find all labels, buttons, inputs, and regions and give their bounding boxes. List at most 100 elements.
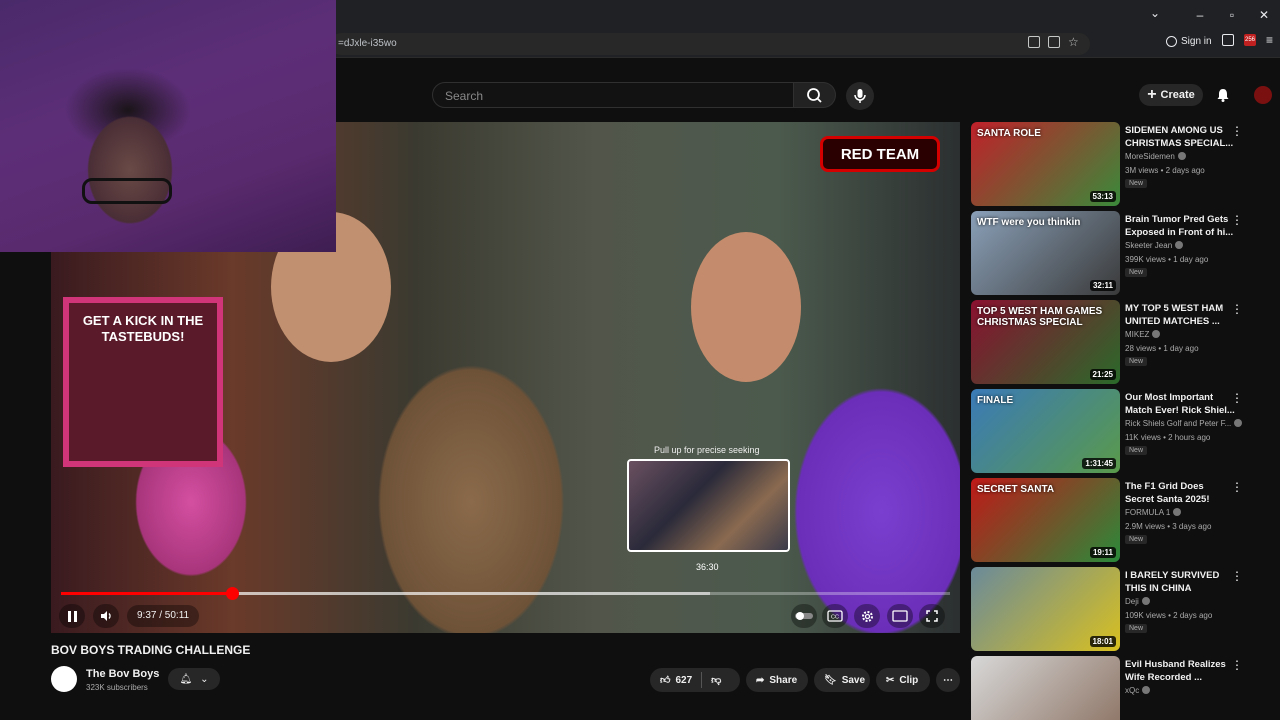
save-button[interactable]: 🔖︎ Save xyxy=(814,668,870,692)
new-badge: New xyxy=(1125,357,1148,366)
duration-badge: 21:25 xyxy=(1089,369,1116,380)
recommendation-title[interactable]: The F1 Grid Does Secret Santa 2025! xyxy=(1125,480,1235,506)
recommendation-item[interactable]: 18:01 I BARELY SURVIVED THIS IN CHINA Deji… xyxy=(971,567,1271,653)
recommendation-title[interactable]: I BARELY SURVIVED THIS IN CHINA xyxy=(1125,569,1235,595)
recommendation-title[interactable]: Our Most Important Match Ever! Rick Shie… xyxy=(1125,391,1235,417)
account-avatar[interactable] xyxy=(1254,86,1272,104)
more-vertical-icon[interactable]: ⋮ xyxy=(1231,480,1243,494)
more-vertical-icon[interactable]: ⋮ xyxy=(1231,213,1243,227)
install-app-icon[interactable] xyxy=(1048,36,1060,48)
video-thumbnail[interactable] xyxy=(971,656,1120,720)
clip-button[interactable]: ✂ Clip xyxy=(876,668,930,692)
captions-button[interactable]: CC xyxy=(822,604,848,628)
thumbs-up-icon[interactable]: 👍︎ xyxy=(660,674,670,686)
recommendation-item[interactable]: SANTA ROLE 53:13 SIDEMEN AMONG US CHRISTMA… xyxy=(971,122,1271,208)
verified-icon xyxy=(1177,152,1186,160)
thumbnail-text: SECRET SANTA xyxy=(977,484,1055,495)
autoplay-toggle-icon xyxy=(795,612,813,620)
recommendation-channel[interactable]: Deji xyxy=(1125,597,1150,606)
address-bar[interactable]: =dJxle-i35wo ☆ xyxy=(330,33,1090,55)
search-input[interactable]: Search xyxy=(432,82,794,108)
more-actions-button[interactable]: ⋯ xyxy=(936,668,960,692)
new-badge: New xyxy=(1125,624,1148,633)
channel-label: Rick Shiels Golf and Peter F... xyxy=(1125,419,1232,428)
recommendation-meta: 28 views • 1 day ago xyxy=(1125,344,1199,353)
browser-menu-icon[interactable]: ≡ xyxy=(1266,34,1278,46)
browser-signin-button[interactable]: Sign in xyxy=(1166,36,1212,47)
seek-preview-thumbnail xyxy=(627,459,790,552)
recommendation-item[interactable]: TOP 5 WEST HAM GAMES CHRISTMAS SPECIAL 21… xyxy=(971,300,1271,386)
duration-badge: 18:01 xyxy=(1089,636,1116,647)
more-vertical-icon[interactable]: ⋮ xyxy=(1231,302,1243,316)
thumbs-down-icon[interactable]: 👎︎ xyxy=(711,674,721,686)
recommendation-meta: 2.9M views • 3 days ago xyxy=(1125,522,1212,531)
recommendation-item[interactable]: WTF were you thinkin 32:11 Brain Tumor Pre… xyxy=(971,211,1271,297)
recommendation-title[interactable]: Brain Tumor Pred Gets Exposed in Front o… xyxy=(1125,213,1235,239)
video-thumbnail[interactable]: FINALE 1:31:45 xyxy=(971,389,1120,473)
theater-mode-button[interactable] xyxy=(887,604,913,628)
video-thumbnail[interactable]: WTF were you thinkin 32:11 xyxy=(971,211,1120,295)
more-vertical-icon[interactable]: ⋮ xyxy=(1231,124,1243,138)
subscription-notifications-button[interactable]: 🔔︎ ⌄ xyxy=(168,668,220,690)
channel-label: MoreSidemen xyxy=(1125,152,1175,161)
video-thumbnail[interactable]: TOP 5 WEST HAM GAMES CHRISTMAS SPECIAL 21… xyxy=(971,300,1120,384)
thumbnail-text: WTF were you thinkin xyxy=(977,217,1081,228)
search-button[interactable] xyxy=(794,82,836,108)
channel-avatar[interactable] xyxy=(51,666,77,692)
video-thumbnail[interactable]: SECRET SANTA 19:11 xyxy=(971,478,1120,562)
extensions-icon[interactable] xyxy=(1222,34,1234,46)
duration-badge: 32:11 xyxy=(1089,280,1116,291)
recommendation-item[interactable]: Evil Husband Realizes Wife Recorded ... x… xyxy=(971,656,1271,720)
recommendation-channel[interactable]: Rick Shiels Golf and Peter F... xyxy=(1125,419,1243,428)
url-text: =dJxle-i35wo xyxy=(338,38,397,49)
recommendation-title[interactable]: Evil Husband Realizes Wife Recorded ... xyxy=(1125,658,1235,684)
share-button[interactable]: ➦ Share xyxy=(746,668,808,692)
recommendation-channel[interactable]: FORMULA 1 xyxy=(1125,508,1182,517)
progress-bar[interactable] xyxy=(61,587,950,600)
duration-badge: 19:11 xyxy=(1089,547,1116,558)
recommendation-channel[interactable]: MoreSidemen xyxy=(1125,152,1186,161)
recommendation-meta: 109K views • 2 days ago xyxy=(1125,611,1213,620)
progress-played xyxy=(61,592,232,595)
maximize-icon[interactable]: ▫ xyxy=(1216,8,1248,22)
notifications-bell-icon[interactable] xyxy=(1215,87,1231,103)
more-vertical-icon[interactable]: ⋮ xyxy=(1231,569,1243,583)
person-in-purple xyxy=(691,232,801,382)
video-thumbnail[interactable]: SANTA ROLE 53:13 xyxy=(971,122,1120,206)
more-vertical-icon[interactable]: ⋮ xyxy=(1231,658,1243,672)
progress-scrubber-handle[interactable] xyxy=(225,587,239,600)
video-thumbnail[interactable]: 18:01 xyxy=(971,567,1120,651)
recommendation-channel[interactable]: MIKEZ xyxy=(1125,330,1161,339)
settings-button[interactable] xyxy=(854,604,880,628)
svg-text:CC: CC xyxy=(831,615,839,621)
recommendation-title[interactable]: MY TOP 5 WEST HAM UNITED MATCHES ... xyxy=(1125,302,1235,328)
channel-name[interactable]: The Bov Boys xyxy=(86,668,159,680)
voice-search-button[interactable] xyxy=(846,82,874,110)
extension-badge-icon[interactable]: 256 xyxy=(1244,34,1256,46)
recommendation-item[interactable]: SECRET SANTA 19:11 The F1 Grid Does Secret… xyxy=(971,478,1271,564)
recommendation-channel[interactable]: xQc xyxy=(1125,686,1151,695)
recommendation-channel[interactable]: Skeeter Jean xyxy=(1125,241,1184,250)
cast-icon[interactable] xyxy=(1028,36,1040,48)
pause-button[interactable] xyxy=(59,604,85,628)
new-badge: New xyxy=(1125,446,1148,455)
fullscreen-button[interactable] xyxy=(919,604,945,628)
save-label: Save xyxy=(841,674,866,686)
tab-search-chevron-icon[interactable]: ⌄ xyxy=(1150,6,1160,20)
mute-button[interactable] xyxy=(93,604,119,628)
close-icon[interactable]: ✕ xyxy=(1248,8,1280,22)
like-dislike-group[interactable]: 👍︎ 627 👎︎ xyxy=(650,668,740,692)
bookmark-star-icon[interactable]: ☆ xyxy=(1068,36,1080,48)
create-button[interactable]: + Create xyxy=(1139,84,1203,106)
create-label: Create xyxy=(1160,89,1195,101)
thumbnail-text: FINALE xyxy=(977,395,1014,406)
seek-hint: Pull up for precise seeking xyxy=(654,445,760,455)
thumbnail-text: TOP 5 WEST HAM GAMES CHRISTMAS SPECIAL xyxy=(977,306,1103,328)
minimize-icon[interactable]: – xyxy=(1184,8,1216,22)
autoplay-toggle[interactable] xyxy=(791,604,817,628)
share-icon: ➦ xyxy=(756,674,765,686)
more-vertical-icon[interactable]: ⋮ xyxy=(1231,391,1243,405)
recommendation-title[interactable]: SIDEMEN AMONG US CHRISTMAS SPECIAL... xyxy=(1125,124,1235,150)
recommendation-item[interactable]: FINALE 1:31:45 Our Most Important Match Ev… xyxy=(971,389,1271,475)
tastebuds-sign: GET A KICK IN THE TASTEBUDS! xyxy=(63,297,223,467)
